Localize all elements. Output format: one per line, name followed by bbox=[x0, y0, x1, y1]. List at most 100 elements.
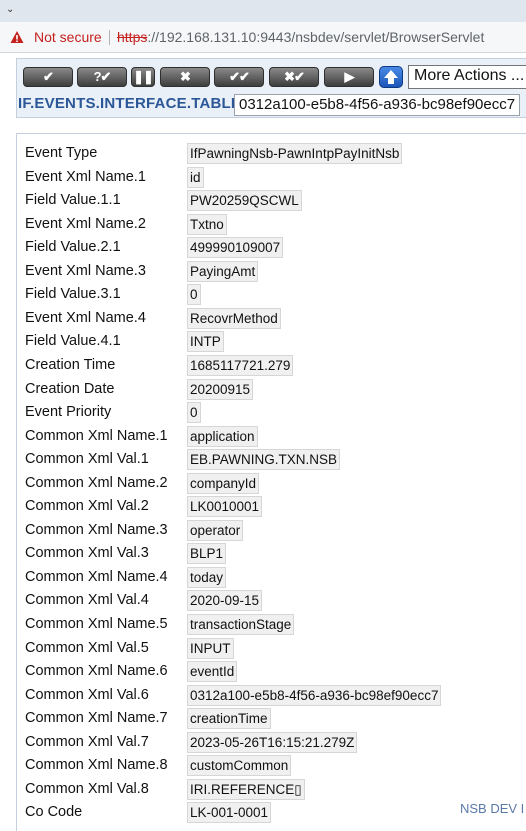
field-label: Common Xml Val.1 bbox=[25, 451, 149, 468]
field-label: Event Xml Name.3 bbox=[25, 262, 146, 279]
field-value: 1685117721.279 bbox=[187, 355, 294, 376]
field-row: Common Xml Name.8 customCommon bbox=[17, 755, 526, 777]
field-label: Field Value.1.1 bbox=[25, 192, 121, 209]
field-row: Common Xml Val.8 IRI.REFERENCE▯ bbox=[17, 778, 526, 801]
field-row: Common Xml Name.5 transactionStage bbox=[17, 614, 526, 636]
field-value: 0312a100-e5b8-4f56-a936-bc98ef90ecc7 bbox=[187, 684, 442, 706]
field-value: IfPawningNsb-PawnIntpPayInitNsb bbox=[187, 143, 403, 164]
field-value: LK-001-0001 bbox=[187, 802, 272, 824]
field-value: transactionStage bbox=[187, 614, 295, 635]
field-value: today bbox=[187, 566, 227, 588]
field-value: application bbox=[187, 425, 258, 447]
field-value: Txtno bbox=[187, 213, 227, 235]
field-row: Creation Date 20200915 bbox=[17, 378, 526, 401]
field-row: Field Value.2.1 499990109007 bbox=[17, 237, 526, 259]
warning-icon bbox=[10, 31, 24, 43]
field-value: customCommon bbox=[187, 755, 292, 777]
field-value: PW20259QSCWL bbox=[187, 190, 302, 212]
field-row: Common Xml Val.2 LK0010001 bbox=[17, 496, 526, 518]
url-scheme: https bbox=[117, 29, 148, 45]
field-value: INPUT bbox=[187, 637, 234, 659]
field-label: Field Value.3.1 bbox=[25, 286, 121, 303]
field-row: Common Xml Val.4 2020-09-15 bbox=[17, 590, 526, 612]
field-value: companyId bbox=[187, 472, 260, 494]
field-label: Common Xml Name.7 bbox=[25, 710, 168, 727]
field-label: Event Type bbox=[25, 145, 98, 161]
field-label: Event Priority bbox=[25, 404, 112, 421]
address-bar[interactable]: Not secure https://192.168.131.10:9443/n… bbox=[0, 22, 526, 53]
hold-button[interactable]: ❚❚ bbox=[131, 67, 155, 87]
field-value: LK0010001 bbox=[187, 496, 263, 518]
field-label: Creation Time bbox=[25, 357, 116, 373]
field-row: Common Xml Val.1 EB.PAWNING.TXN.NSB bbox=[17, 449, 526, 471]
validate-button[interactable]: ?✔ bbox=[77, 67, 127, 87]
up-arrow-icon bbox=[384, 70, 398, 84]
next-button[interactable]: ▶ bbox=[324, 67, 374, 87]
field-label: Common Xml Val.4 bbox=[25, 592, 149, 609]
environment-label: NSB DEV I bbox=[460, 801, 525, 816]
field-label: Event Xml Name.1 bbox=[25, 168, 146, 185]
application-name: IF.EVENTS.INTERFACE.TABLE bbox=[18, 95, 242, 112]
field-row: Common Xml Val.3 BLP1 bbox=[17, 543, 526, 565]
commit-button[interactable]: ✔ bbox=[23, 67, 73, 87]
field-value: 499990109007 bbox=[187, 237, 284, 259]
record-fields: Event Type IfPawningNsb-PawnIntpPayInitNs… bbox=[16, 133, 526, 831]
more-actions-dropdown[interactable]: More Actions ... bbox=[408, 65, 526, 89]
field-row: Event Xml Name.3 PayingAmt bbox=[17, 260, 526, 283]
field-label: Common Xml Val.7 bbox=[25, 733, 149, 750]
field-value: INTP bbox=[187, 331, 224, 353]
field-label: Common Xml Name.4 bbox=[25, 568, 168, 585]
field-row: Common Xml Name.3 operator bbox=[17, 519, 526, 542]
field-value: EB.PAWNING.TXN.NSB bbox=[187, 449, 341, 471]
field-value: IRI.REFERENCE▯ bbox=[187, 778, 305, 800]
delete-button[interactable]: ✖ bbox=[160, 67, 210, 87]
reverse-button[interactable]: ✖✔ bbox=[269, 67, 319, 87]
field-label: Common Xml Val.5 bbox=[25, 639, 149, 656]
url-rest: ://192.168.131.10:9443/nsbdev/servlet/Br… bbox=[147, 29, 485, 45]
upload-button[interactable] bbox=[379, 66, 403, 88]
record-toolbar: ✔ ?✔ ❚❚ ✖ ✔✔ ✖✔ ▶ More Actions ... IF.EV… bbox=[16, 58, 526, 118]
record-id-field[interactable]: 0312a100-e5b8-4f56-a936-bc98ef90ecc7 bbox=[234, 94, 521, 116]
address-divider bbox=[109, 30, 110, 45]
field-label: Common Xml Val.6 bbox=[25, 686, 149, 703]
field-value: 0 bbox=[187, 402, 201, 424]
field-row: Common Xml Name.4 today bbox=[17, 566, 526, 589]
field-value: eventId bbox=[187, 661, 238, 683]
field-label: Field Value.2.1 bbox=[25, 239, 121, 256]
field-label: Creation Date bbox=[25, 380, 115, 397]
field-row: Event Priority 0 bbox=[17, 402, 526, 424]
field-row: Common Xml Val.5 INPUT bbox=[17, 637, 526, 660]
field-value: PayingAmt bbox=[187, 260, 259, 282]
field-value: 2023-05-26T16:15:21.279Z bbox=[187, 731, 358, 753]
field-value: operator bbox=[187, 519, 244, 541]
field-value: 0 bbox=[187, 284, 201, 306]
field-row: Event Xml Name.4 RecovrMethod bbox=[17, 307, 526, 330]
field-value: id bbox=[187, 166, 204, 188]
field-value: creationTime bbox=[187, 708, 271, 730]
field-value: 20200915 bbox=[187, 378, 254, 400]
field-label: Common Xml Val.3 bbox=[25, 545, 149, 562]
field-label: Co Code bbox=[25, 804, 83, 821]
field-label: Common Xml Name.3 bbox=[25, 521, 168, 538]
field-label: Common Xml Name.6 bbox=[25, 663, 168, 680]
browser-title-bar: ⌄ bbox=[0, 0, 526, 22]
field-label: Common Xml Name.2 bbox=[25, 474, 168, 491]
field-label: Common Xml Name.1 bbox=[25, 427, 168, 444]
field-label: Common Xml Name.8 bbox=[25, 757, 168, 774]
field-label: Field Value.4.1 bbox=[25, 333, 121, 350]
field-row: Creation Time 1685117721.279 bbox=[17, 355, 526, 377]
field-row: Common Xml Val.6 0312a100-e5b8-4f56-a936-… bbox=[17, 684, 526, 707]
authorise-button[interactable]: ✔✔ bbox=[214, 67, 264, 87]
field-row: Common Xml Name.1 application bbox=[17, 425, 526, 448]
field-row: Event Xml Name.1 id bbox=[17, 166, 526, 189]
field-row: Field Value.1.1 PW20259QSCWL bbox=[17, 190, 526, 212]
field-row: Co Code LK-001-0001 bbox=[17, 802, 526, 824]
url-text[interactable]: https://192.168.131.10:9443/nsbdev/servl… bbox=[117, 29, 484, 45]
field-row: Field Value.3.1 0 bbox=[17, 284, 526, 306]
field-label: Event Xml Name.2 bbox=[25, 215, 146, 232]
field-row: Common Xml Name.6 eventId bbox=[17, 661, 526, 683]
chevron-down-icon[interactable]: ⌄ bbox=[6, 4, 14, 16]
field-value: RecovrMethod bbox=[187, 307, 281, 329]
field-label: Common Xml Val.8 bbox=[25, 780, 149, 797]
not-secure-label[interactable]: Not secure bbox=[34, 29, 102, 45]
